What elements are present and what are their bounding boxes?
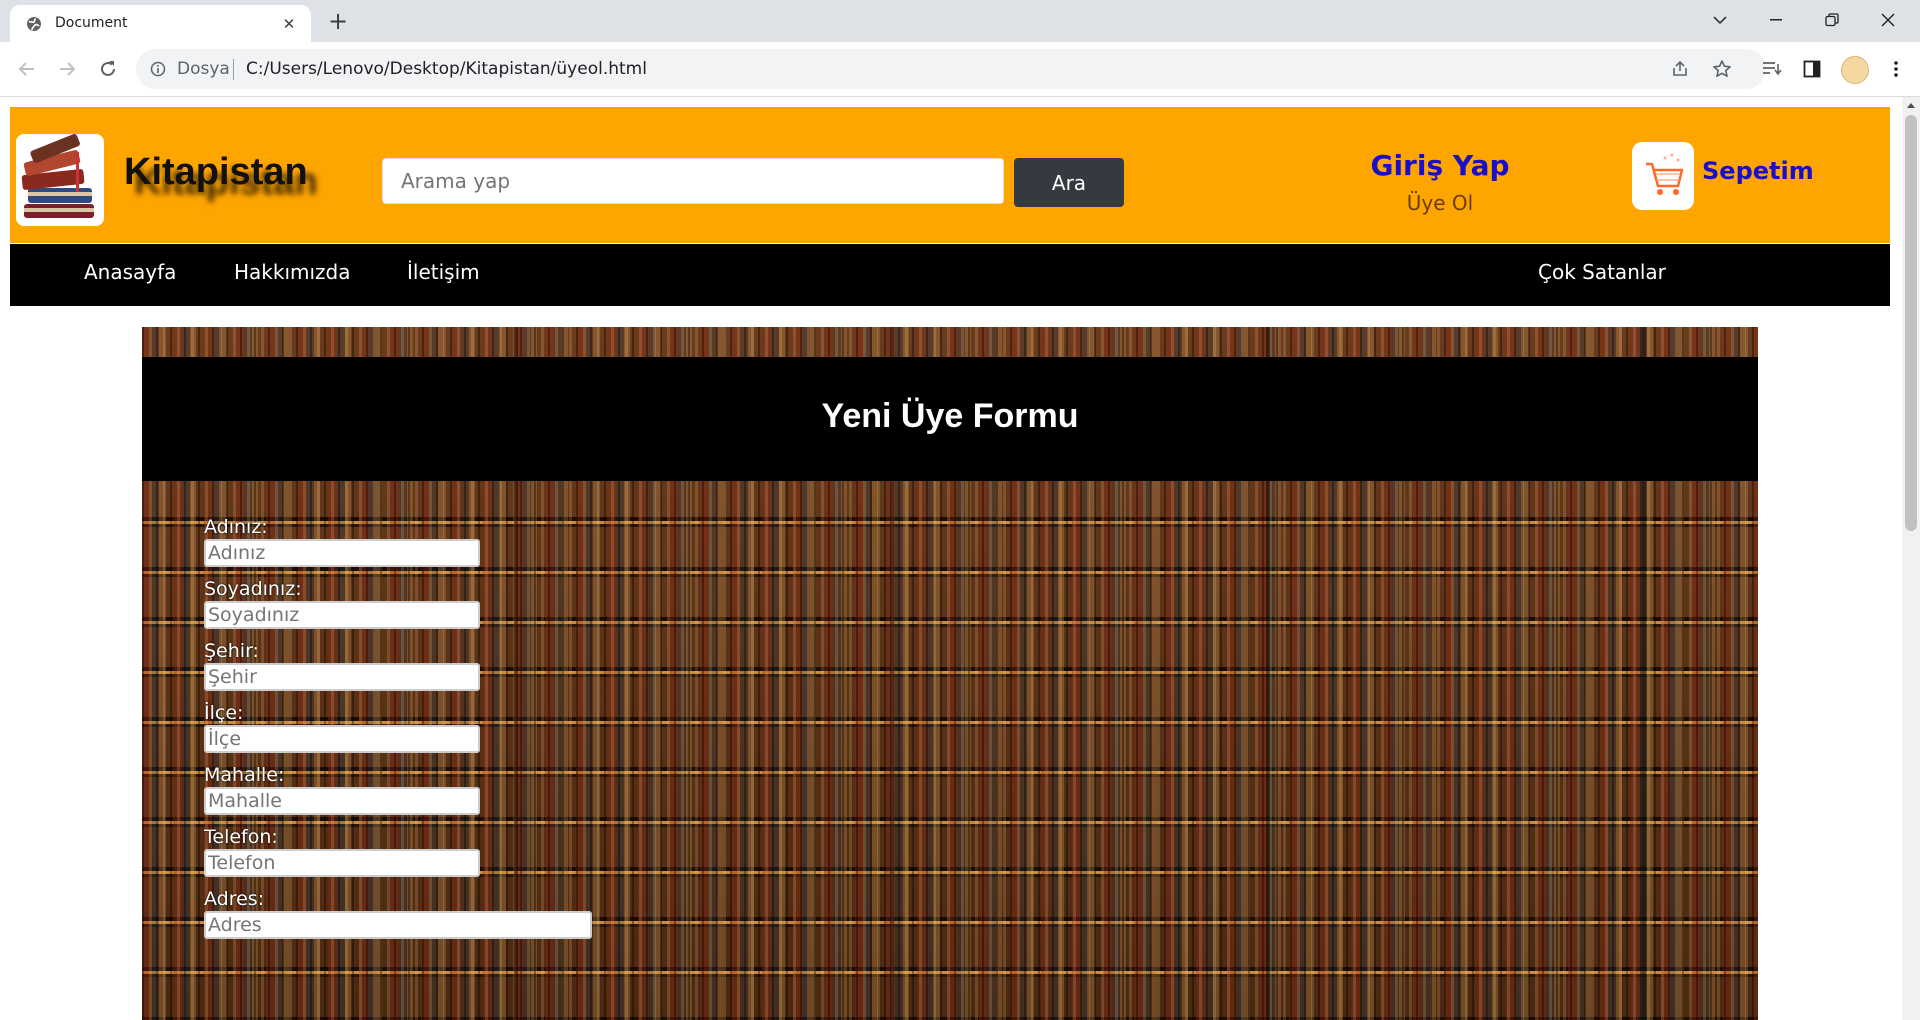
page-scrollbar[interactable] [1902,97,1920,1020]
field-label-city: Şehir: [204,640,259,662]
signup-link[interactable]: Üye Ol [1360,191,1520,215]
reload-icon[interactable] [95,56,121,82]
profile-icon[interactable] [1841,56,1869,84]
browser-toolbar: Dosya C:/Users/Lenovo/Desktop/Kitapistan… [0,42,1920,97]
phone-input[interactable] [204,849,480,877]
last-name-input[interactable] [204,601,480,629]
minimize-icon[interactable] [1748,0,1804,40]
tab-close-icon[interactable]: ✕ [279,14,299,34]
scrollbar-thumb[interactable] [1905,115,1917,531]
new-tab-button[interactable]: + [324,8,352,36]
page-viewport: Kitapistan Ara Giriş Yap Üye Ol Sepetim … [0,97,1902,1020]
share-icon[interactable] [1670,59,1690,79]
site-header: Kitapistan Ara Giriş Yap Üye Ol Sepetim [10,107,1890,243]
forward-icon[interactable] [54,56,80,82]
address-bar[interactable]: Dosya C:/Users/Lenovo/Desktop/Kitapistan… [136,49,1766,89]
back-icon[interactable] [14,56,40,82]
field-label-neighborhood: Mahalle: [204,764,285,786]
address-url[interactable]: C:/Users/Lenovo/Desktop/Kitapistan/üyeol… [246,59,647,79]
field-label-phone: Telefon: [204,826,278,848]
nav-item-contact[interactable]: İletişim [407,260,480,284]
restore-icon[interactable] [1804,0,1860,40]
scroll-up-arrow-icon[interactable] [1907,103,1915,108]
brand-name[interactable]: Kitapistan [124,151,308,194]
cart-link[interactable]: Sepetim [1702,157,1814,185]
form-title: Yeni Üye Formu [821,397,1079,435]
nav-item-about[interactable]: Hakkımızda [234,260,351,284]
field-label-last-name: Soyadınız: [204,578,302,600]
globe-icon [27,17,41,31]
side-panel-icon[interactable] [1800,57,1824,81]
shopping-cart-icon [1646,153,1684,195]
tab-title: Document [55,15,128,31]
search-input[interactable] [382,158,1004,204]
signup-form: Adınız: Soyadınız: Şehir: İlçe: Mahalle:… [204,515,592,949]
browser-tab[interactable]: Document ✕ [10,5,311,42]
reading-list-icon[interactable] [1760,57,1784,81]
logo[interactable] [16,133,104,226]
address-scheme-label: Dosya [177,59,230,79]
nav-item-bestsellers[interactable]: Çok Satanlar [1538,260,1666,284]
field-label-address: Adres: [204,888,265,910]
form-title-bar: Yeni Üye Formu [142,357,1758,481]
search-button[interactable]: Ara [1014,158,1124,207]
first-name-input[interactable] [204,539,480,567]
main-navbar: Anasayfa Hakkımızda İletişim Çok Satanla… [10,243,1890,306]
menu-icon[interactable] [1884,57,1908,81]
star-icon[interactable] [1712,59,1732,79]
address-separator [233,59,234,80]
field-label-first-name: Adınız: [204,516,268,538]
signup-form-section: Yeni Üye Formu Adınız: Soyadınız: Şehir:… [142,327,1758,1020]
books-logo-icon [21,133,94,218]
browser-tab-strip: Document ✕ + [0,0,1920,42]
city-input[interactable] [204,663,480,691]
close-icon[interactable] [1860,0,1916,40]
district-input[interactable] [204,725,480,753]
nav-item-home[interactable]: Anasayfa [84,260,176,284]
neighborhood-input[interactable] [204,787,480,815]
address-input[interactable] [204,911,592,939]
login-link[interactable]: Giriş Yap [1360,149,1520,182]
info-icon[interactable] [150,61,166,77]
cart-button[interactable] [1632,142,1694,210]
field-label-district: İlçe: [204,702,244,724]
tab-search-icon[interactable] [1692,0,1748,40]
